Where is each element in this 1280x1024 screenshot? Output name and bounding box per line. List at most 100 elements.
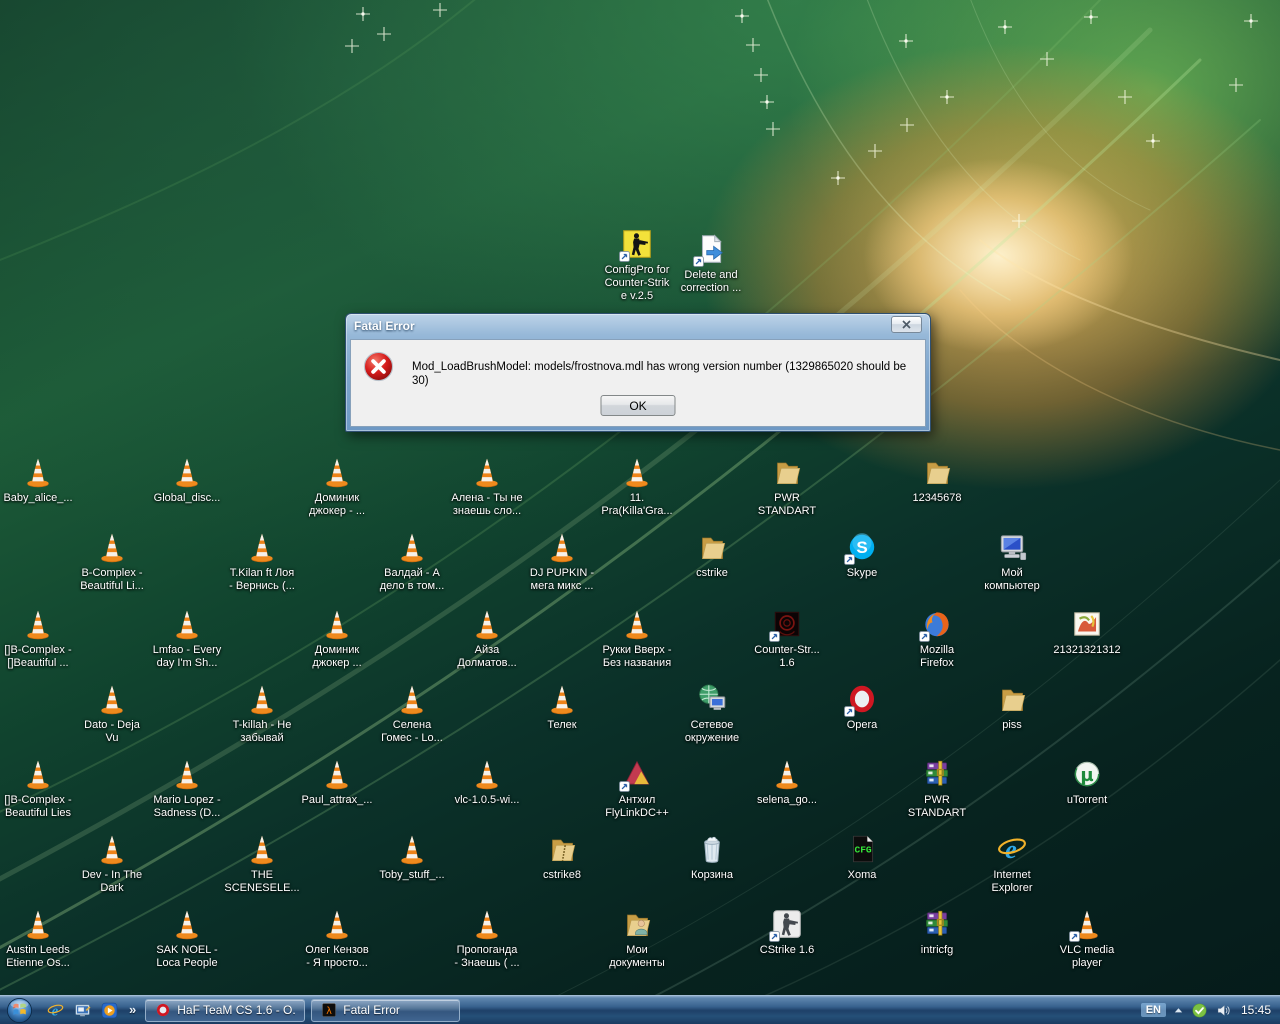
desktop-icon[interactable]: CStrike 1.6 <box>732 907 842 957</box>
desktop-icon[interactable]: Мой компьютер <box>957 530 1067 593</box>
desktop-icon[interactable]: Айза Долматов... <box>432 607 542 670</box>
vlc-icon <box>395 832 429 866</box>
desktop-icon[interactable]: Mario Lopez - Sadness (D... <box>132 757 242 820</box>
desktop-icon-label: Dev - In The Dark <box>82 869 142 895</box>
desktop-icon[interactable]: Селена Гомес - Lo... <box>357 682 467 745</box>
taskbar-clock[interactable]: 15:45 <box>1241 1003 1271 1017</box>
desktop-icon-label: Сетевое окружение <box>685 719 739 745</box>
windows-logo-icon <box>6 997 33 1024</box>
tray-expand-icon[interactable] <box>1173 1005 1184 1016</box>
desktop-icon[interactable]: Рукки Вверх - Без названия <box>582 607 692 670</box>
taskbar-window-button[interactable]: λ Fatal Error <box>311 999 460 1022</box>
desktop-icon[interactable]: T.Kilan ft Лоя - Вернись (... <box>207 530 317 593</box>
desktop-icon[interactable]: Mozilla Firefox <box>882 607 992 670</box>
desktop-icon[interactable]: e Internet Explorer <box>957 832 1067 895</box>
start-button[interactable] <box>6 997 33 1024</box>
dialog-title[interactable]: Fatal Error <box>354 314 415 339</box>
desktop-icon-label: Пропоганда - Знаешь ( ... <box>454 944 519 970</box>
desktop-icon-label: piss <box>1002 719 1022 732</box>
desktop-icon[interactable]: CFG Xoma <box>807 832 917 882</box>
desktop-icon[interactable]: DJ PUPKIN - мега микс ... <box>507 530 617 593</box>
desktop-icon[interactable]: Доминик джокер - ... <box>282 455 392 518</box>
desktop-icon[interactable]: SAK NOEL - Loca People <box>132 907 242 970</box>
windows-media-player-button[interactable] <box>100 1001 119 1020</box>
system-tray: EN 15:45 <box>1141 1002 1280 1019</box>
vlc-icon <box>320 757 354 791</box>
shortcut-arrow-icon <box>844 706 855 717</box>
desktop-icon[interactable]: Олег Кензов - Я просто... <box>282 907 392 970</box>
rar-icon <box>920 757 954 791</box>
desktop-icon[interactable]: Алена - Ты не знаешь сло... <box>432 455 542 518</box>
desktop-icon-label: 11. Pra(Killa'Gra... <box>601 492 672 518</box>
desktop-icon[interactable]: Мои документы <box>582 907 692 970</box>
desktop-icon[interactable]: PWR STANDART <box>732 455 842 518</box>
desktop-icon[interactable]: Paul_attrax_... <box>282 757 392 807</box>
desktop-icon[interactable]: µ uTorrent <box>1032 757 1142 807</box>
desktop-icon[interactable]: Baby_alice_... <box>0 455 93 505</box>
ok-button[interactable]: OK <box>601 395 676 416</box>
shortcut-arrow-icon <box>769 631 780 642</box>
desktop-icon-label: Валдай - А дело в том... <box>380 567 445 593</box>
desktop-icon-label: THE SCENESELE... <box>224 869 299 895</box>
quick-launch-overflow-chevron[interactable]: » <box>129 1002 136 1017</box>
desktop-icon[interactable]: Телек <box>507 682 617 732</box>
desktop-icon[interactable]: S Skype <box>807 530 917 580</box>
desktop-icon-label: Dato - Deja Vu <box>84 719 140 745</box>
desktop-icon[interactable]: PWR STANDART <box>882 757 992 820</box>
desktop-icon-label: Антхил FlyLinkDC++ <box>605 794 669 820</box>
vlc-icon <box>395 682 429 716</box>
error-message: Mod_LoadBrushModel: models/frostnova.mdl… <box>412 351 917 388</box>
shortcut-arrow-icon <box>844 554 855 565</box>
desktop-icon[interactable]: Counter-Str... 1.6 <box>732 607 842 670</box>
rar-icon <box>920 907 954 941</box>
shortcut-arrow-icon <box>1069 931 1080 942</box>
taskbar-window-button[interactable]: HaF TeaM CS 1.6 - O... <box>145 999 305 1022</box>
vlc-icon <box>170 455 204 489</box>
vlc-icon <box>470 907 504 941</box>
wmp-icon <box>100 1001 119 1020</box>
desktop-icon[interactable]: intricfg <box>882 907 992 957</box>
desktop-icon[interactable]: Dev - In The Dark <box>57 832 167 895</box>
desktop-icon[interactable]: piss <box>957 682 1067 732</box>
desktop-icon[interactable]: 12345678 <box>882 455 992 505</box>
desktop-icon-label: []B-Complex - []Beautiful ... <box>4 644 71 670</box>
desktop-icon[interactable]: 11. Pra(Killa'Gra... <box>582 455 692 518</box>
desktop-icon[interactable]: Валдай - А дело в том... <box>357 530 467 593</box>
show-desktop-button[interactable] <box>73 1001 92 1020</box>
desktop-icon[interactable]: Delete and correction ... <box>656 232 766 295</box>
vlc-icon <box>95 530 129 564</box>
desktop[interactable]: ConfigPro for Counter-Strik e v.2.5 Dele… <box>0 0 1280 1024</box>
vlc-icon <box>470 757 504 791</box>
desktop-icon[interactable]: cstrike8 <box>507 832 617 882</box>
language-indicator[interactable]: EN <box>1141 1003 1166 1017</box>
desktop-icon[interactable]: cstrike <box>657 530 767 580</box>
desktop-icon[interactable]: Lmfao - Every day I'm Sh... <box>132 607 242 670</box>
desktop-icon[interactable]: Доминик джокер ... <box>282 607 392 670</box>
desktop-icon[interactable]: B-Complex - Beautiful Li... <box>57 530 167 593</box>
desktop-icon[interactable]: Пропоганда - Знаешь ( ... <box>432 907 542 970</box>
desktop-icon[interactable]: []B-Complex - []Beautiful ... <box>0 607 93 670</box>
desktop-icon[interactable]: Global_disc... <box>132 455 242 505</box>
internet-explorer-button[interactable]: e <box>46 1001 65 1020</box>
desktop-icon[interactable]: Dato - Deja Vu <box>57 682 167 745</box>
volume-icon[interactable] <box>1215 1002 1232 1019</box>
desktop-icon[interactable]: Toby_stuff_... <box>357 832 467 882</box>
desktop-icon[interactable]: VLC media player <box>1032 907 1142 970</box>
desktop-icon[interactable]: Сетевое окружение <box>657 682 767 745</box>
desktop-icon[interactable]: 21321321312 <box>1032 607 1142 657</box>
desktop-icon[interactable]: Антхил FlyLinkDC++ <box>582 757 692 820</box>
vlc-icon <box>245 832 279 866</box>
skype-status-icon[interactable] <box>1191 1002 1208 1019</box>
desktop-icon[interactable]: Корзина <box>657 832 767 882</box>
desktop-icon-label: Мои документы <box>609 944 665 970</box>
desktop-icon[interactable]: []B-Complex - Beautiful Lies <box>0 757 93 820</box>
desktop-icon[interactable]: vlc-1.0.5-wi... <box>432 757 542 807</box>
desktop-icon[interactable]: Opera <box>807 682 917 732</box>
desktop-icon[interactable]: T-killah - Не забывай <box>207 682 317 745</box>
taskbar-window-buttons: HaF TeaM CS 1.6 - O... λ Fatal Error <box>145 999 460 1022</box>
desktop-icon[interactable]: Austin Leeds Etienne Os... <box>0 907 93 970</box>
desktop-icon-label: uTorrent <box>1067 794 1107 807</box>
dialog-close-button[interactable] <box>891 316 922 333</box>
desktop-icon[interactable]: THE SCENESELE... <box>207 832 317 895</box>
desktop-icon[interactable]: selena_go... <box>732 757 842 807</box>
